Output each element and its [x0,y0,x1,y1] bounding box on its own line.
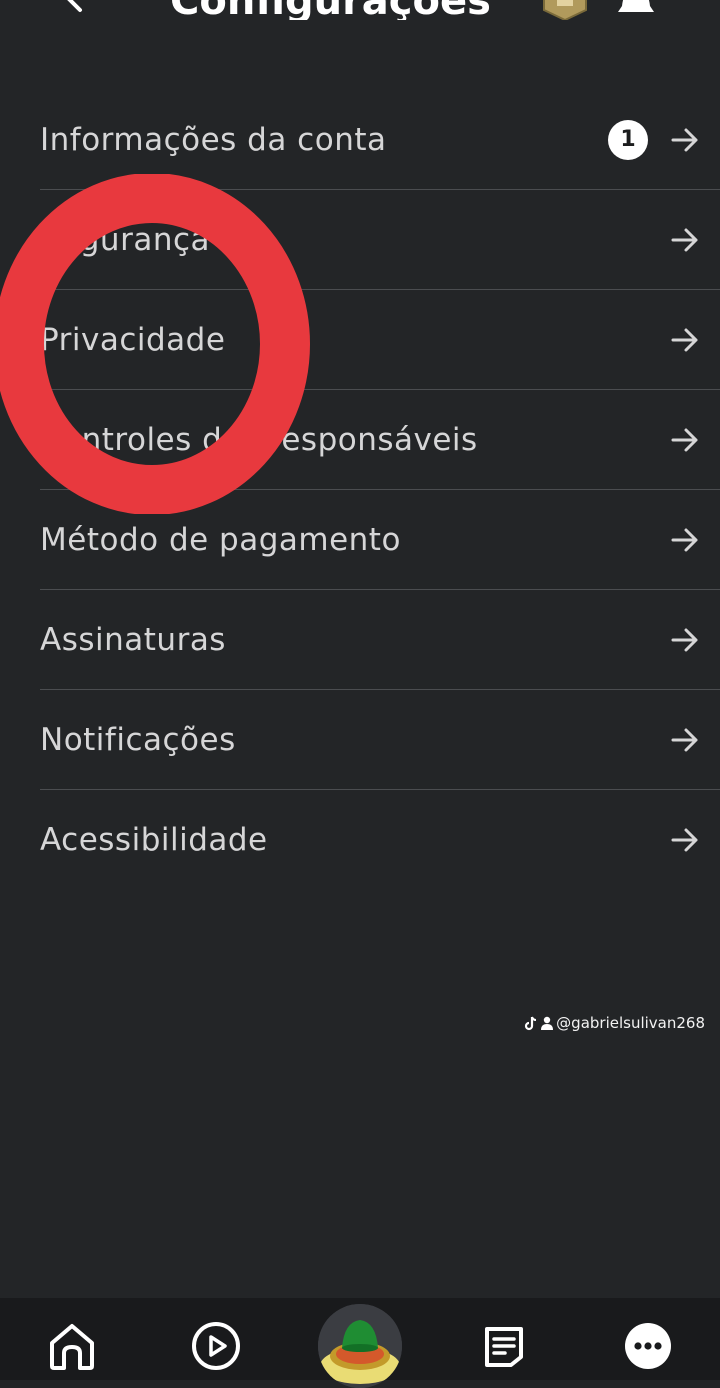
bell-icon[interactable] [614,0,658,20]
more-icon[interactable] [622,1320,674,1372]
user-icon [541,1016,554,1030]
arrow-right-icon [671,628,698,651]
menu-item-parental-controls[interactable]: Controles dos responsáveis [40,390,720,490]
menu-item-label: Informações da conta [40,121,387,158]
robux-icon[interactable] [540,0,590,20]
menu-item-payment-method[interactable]: Método de pagamento [40,490,720,590]
tiktok-icon [525,1016,537,1030]
menu-item-privacy[interactable]: Privacidade [40,290,720,390]
menu-item-label: Controles dos responsáveis [40,421,478,458]
chevron-left-icon[interactable] [60,0,90,20]
menu-item-label: Notificações [40,721,236,758]
arrow-right-icon [671,528,698,551]
menu-item-label: Método de pagamento [40,521,401,558]
menu-item-label: Segurança [40,221,211,258]
avatar[interactable] [318,1304,402,1388]
chat-icon[interactable] [478,1320,530,1372]
home-icon[interactable] [46,1320,98,1372]
menu-item-subscriptions[interactable]: Assinaturas [40,590,720,690]
menu-item-accessibility[interactable]: Acessibilidade [40,790,720,889]
top-bar: Configurações [0,0,720,20]
arrow-right-icon [671,228,698,251]
arrow-right-icon [671,428,698,451]
settings-menu: Informações da conta 1 Segurança Privaci… [40,90,720,889]
menu-item-notifications[interactable]: Notificações [40,690,720,790]
menu-item-account-info[interactable]: Informações da conta 1 [40,90,720,190]
menu-item-label: Assinaturas [40,621,226,658]
arrow-right-icon [671,328,698,351]
bottom-navigation [0,1298,720,1388]
watermark-text: @gabrielsulivan268 [556,1014,705,1032]
menu-item-security[interactable]: Segurança [40,190,720,290]
arrow-right-icon [671,828,698,851]
play-icon[interactable] [190,1320,242,1372]
notification-badge: 1 [608,119,648,160]
page-title: Configurações [170,0,491,20]
menu-item-label: Acessibilidade [40,821,268,858]
arrow-right-icon [671,728,698,751]
watermark: @gabrielsulivan268 [524,1014,705,1032]
menu-item-label: Privacidade [40,321,226,358]
arrow-right-icon [671,128,698,151]
